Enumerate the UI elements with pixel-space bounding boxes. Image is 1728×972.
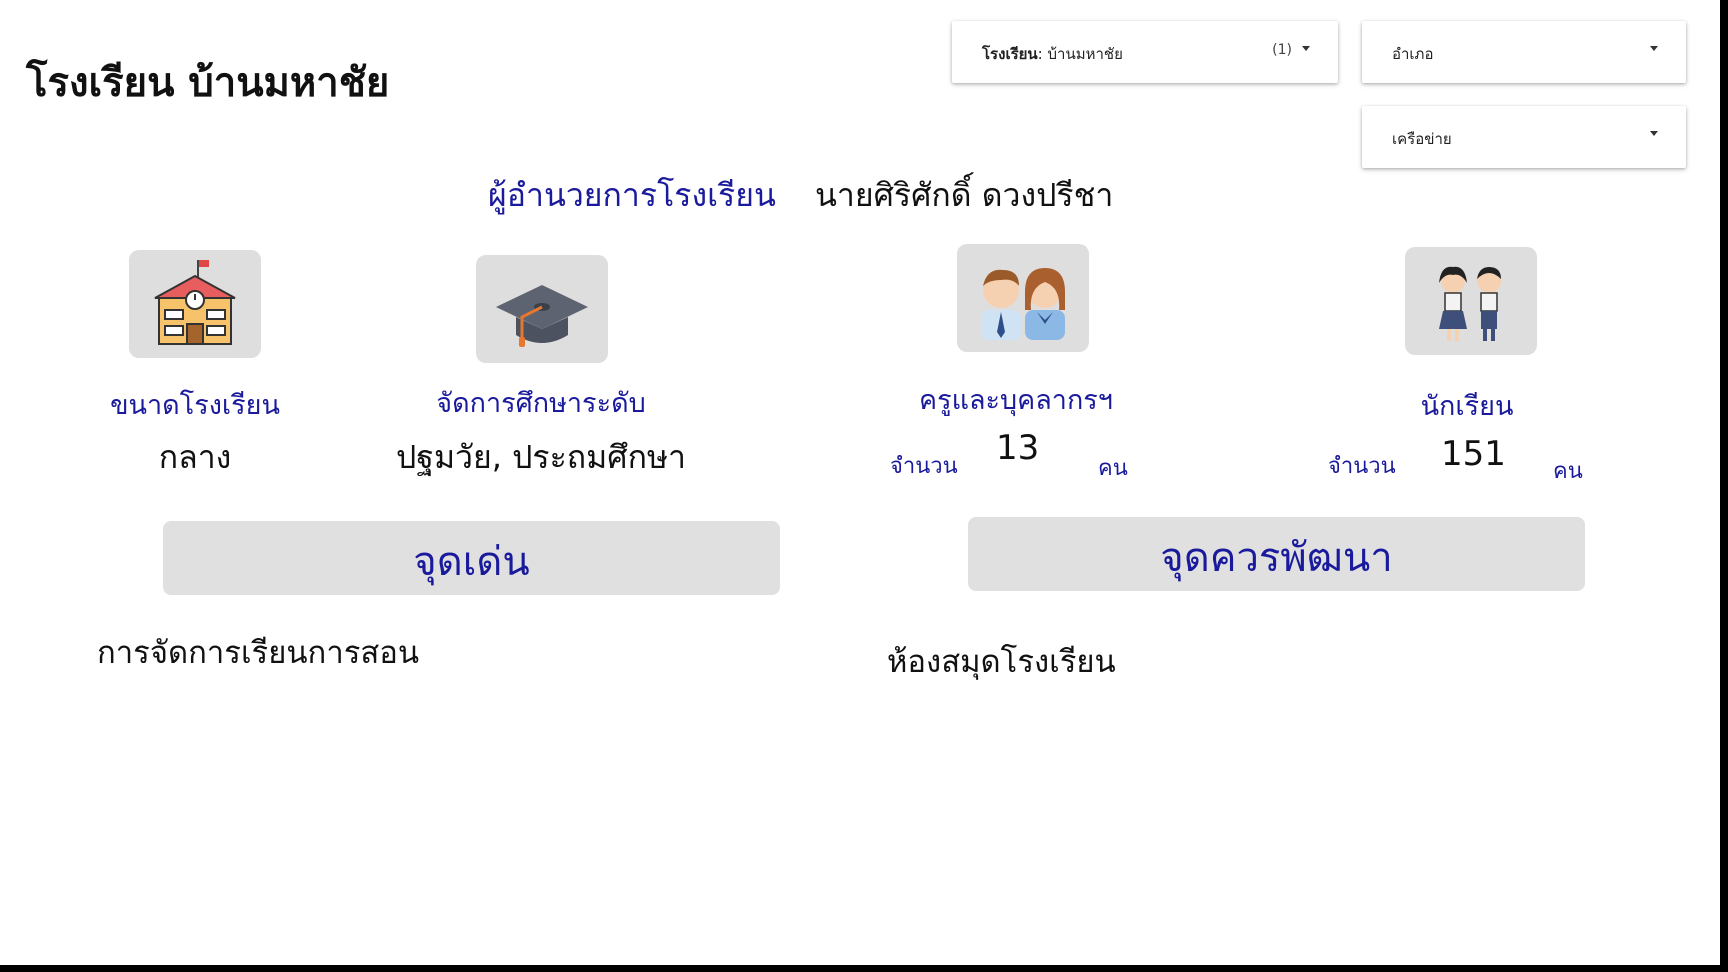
school-filter-dropdown[interactable]: โรงเรียน: บ้านมหาชัย (1) — [952, 21, 1338, 83]
dashboard-page: โรงเรียน บ้านมหาชัย โรงเรียน: บ้านมหาชัย… — [0, 0, 1720, 965]
school-building-icon — [129, 250, 261, 358]
graduation-cap-icon — [476, 255, 608, 363]
school-filter-count: (1) — [1272, 42, 1292, 58]
teachers-count-label: จำนวน — [890, 454, 958, 479]
network-filter-label: เครือข่าย — [1392, 130, 1452, 148]
students-unit: คน — [1553, 459, 1583, 484]
district-filter-dropdown[interactable]: อำเภอ — [1362, 21, 1686, 83]
education-level-caption: จัดการศึกษาระดับ — [436, 388, 646, 419]
school-filter-label: โรงเรียน — [982, 45, 1038, 63]
caret-down-icon — [1650, 131, 1658, 136]
students-count-label: จำนวน — [1328, 454, 1396, 479]
teachers-count: 13 — [996, 428, 1040, 468]
improvements-button[interactable]: จุดควรพัฒนา — [968, 517, 1585, 591]
strength-item: การจัดการเรียนการสอน — [97, 635, 420, 671]
district-filter-label: อำเภอ — [1392, 45, 1434, 63]
students-count: 151 — [1441, 434, 1506, 474]
school-size-value: กลาง — [158, 438, 232, 476]
school-filter-value: : บ้านมหาชัย — [1037, 45, 1123, 63]
improvement-item: ห้องสมุดโรงเรียน — [887, 644, 1116, 680]
education-level-value: ปฐมวัย, ประถมศึกษา — [395, 438, 687, 476]
director-name: นายศิริศักดิ์ ดวงปรีชา — [815, 176, 1114, 214]
teachers-icon — [957, 244, 1089, 352]
caret-down-icon — [1650, 46, 1658, 51]
teachers-unit: คน — [1098, 456, 1128, 481]
students-caption: นักเรียน — [1420, 391, 1514, 422]
page-title: โรงเรียน บ้านมหาชัย — [26, 60, 390, 106]
network-filter-dropdown[interactable]: เครือข่าย — [1362, 106, 1686, 168]
caret-down-icon — [1302, 46, 1310, 51]
strengths-button[interactable]: จุดเด่น — [163, 521, 780, 595]
director-label: ผู้อำนวยการโรงเรียน — [488, 176, 776, 214]
teachers-caption: ครูและบุคลากรฯ — [919, 385, 1113, 416]
school-size-caption: ขนาดโรงเรียน — [110, 390, 280, 421]
students-icon — [1405, 247, 1537, 355]
